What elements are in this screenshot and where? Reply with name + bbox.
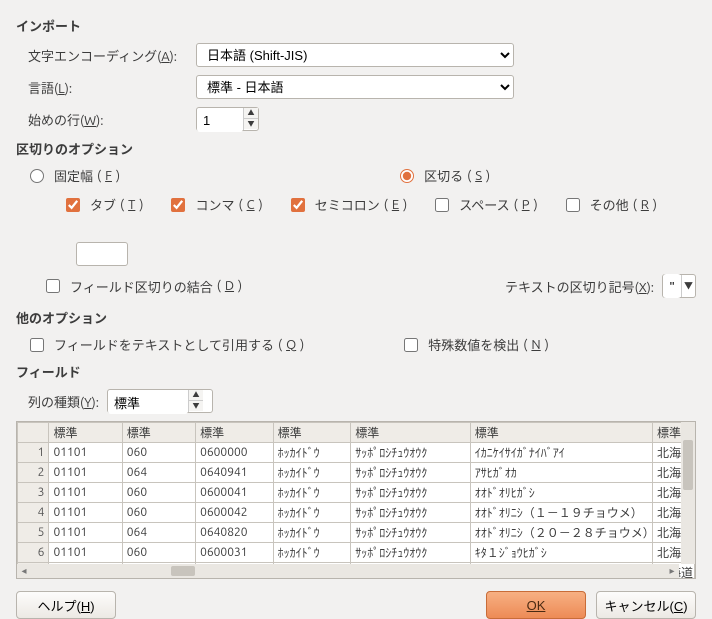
cell: ﾎｯｶｲﾄﾞｳ [273,463,351,483]
section-other: 他のオプション [16,308,696,327]
row-number: 2 [18,463,49,483]
row-number: 3 [18,483,49,503]
table-row[interactable]: 6011010600600031ﾎｯｶｲﾄﾞｳｻｯﾎﾟﾛｼﾁｭｳｵｳｸｷﾀ１ｼﾞ… [18,543,695,563]
chevron-down-icon[interactable]: ▼ [681,275,695,297]
cell: ｻｯﾎﾟﾛｼﾁｭｳｵｳｸ [351,483,470,503]
table-row[interactable]: 5011010640640820ﾎｯｶｲﾄﾞｳｻｯﾎﾟﾛｼﾁｭｳｵｳｸｵｵﾄﾞｵ… [18,523,695,543]
scroll-right-icon[interactable]: ▸ [665,565,679,577]
language-select[interactable]: 標準 - 日本語 [196,75,514,99]
cell: ﾎｯｶｲﾄﾞｳ [273,483,351,503]
row-number: 6 [18,543,49,563]
space-checkbox[interactable]: スペース(P) [435,195,537,214]
cell: 01101 [49,523,122,543]
scroll-left-icon[interactable]: ◂ [17,565,31,577]
column-header[interactable]: 標準 [470,423,652,443]
section-separator: 区切りのオプション [16,139,696,158]
help-button[interactable]: ヘルプ(H) [16,591,116,619]
cell: 060 [122,483,195,503]
start-row-spinner[interactable]: ▲ ▼ [196,107,259,131]
merge-checkbox[interactable]: フィールド区切りの結合(D) [46,277,242,296]
cell: 064 [122,523,195,543]
start-row-label: 始めの行(W): [28,110,188,129]
column-header[interactable]: 標準 [351,423,470,443]
section-import: インポート [16,16,696,35]
text-delimiter-combo[interactable]: ▼ [662,274,696,298]
cell: ｻｯﾎﾟﾛｼﾁｭｳｵｳｸ [351,543,470,563]
cancel-button[interactable]: キャンセル(C) [596,591,696,619]
horizontal-scrollbar[interactable]: ◂ ▸ [17,564,679,578]
cell: ﾎｯｶｲﾄﾞｳ [273,443,351,463]
text-delimiter-input[interactable] [663,274,681,298]
cell: ｻｯﾎﾟﾛｼﾁｭｳｵｳｸ [351,523,470,543]
table-row[interactable]: 3011010600600041ﾎｯｶｲﾄﾞｳｻｯﾎﾟﾛｼﾁｭｳｵｳｸｵｵﾄﾞｵ… [18,483,695,503]
cell: ｲｶﾆｹｲｻｲｶﾞﾅｲﾊﾞｱｲ [470,443,652,463]
encoding-label: 文字エンコーディング(A): [28,46,188,65]
start-row-input[interactable] [197,108,243,132]
cell: 01101 [49,543,122,563]
table-row[interactable]: 4011010600600042ﾎｯｶｲﾄﾞｳｻｯﾎﾟﾛｼﾁｭｳｵｳｸｵｵﾄﾞｵ… [18,503,695,523]
language-label: 言語(L): [28,78,188,97]
chevron-down-icon[interactable]: ▼ [244,119,258,129]
cell: ｻｯﾎﾟﾛｼﾁｭｳｵｳｸ [351,503,470,523]
separated-radio[interactable]: 区切る(S) [400,166,490,185]
text-delim-label: テキストの区切り記号(X): [505,277,654,296]
cell: 0640820 [196,523,274,543]
semicolon-checkbox[interactable]: セミコロン(E) [291,195,408,214]
ok-button[interactable]: OK [486,591,586,619]
cell: 01101 [49,503,122,523]
cell: 0600031 [196,543,274,563]
column-type-label: 列の種類(Y): [28,392,99,411]
cell: ﾎｯｶｲﾄﾞｳ [273,543,351,563]
preview-table[interactable]: 標準 標準 標準 標準 標準 標準 標準 1011010600600000ﾎｯｶ… [17,422,695,579]
chevron-up-icon[interactable]: ▲ [244,108,258,119]
encoding-select[interactable]: 日本語 (Shift-JIS) [196,43,514,67]
cell: 01101 [49,483,122,503]
cell: ｱｻﾋｶﾞｵｶ [470,463,652,483]
column-header[interactable]: 標準 [49,423,122,443]
table-row[interactable]: 2011010640640941ﾎｯｶｲﾄﾞｳｻｯﾎﾟﾛｼﾁｭｳｵｳｸｱｻﾋｶﾞ… [18,463,695,483]
cell: 0600000 [196,443,274,463]
column-header[interactable]: 標準 [273,423,351,443]
cell: ｵｵﾄﾞｵﾘﾆｼ（１－１９チョウメ） [470,503,652,523]
cell: ｷﾀ１ｼﾞｮｳﾋｶﾞｼ [470,543,652,563]
column-header[interactable]: 標準 [196,423,274,443]
column-type-input[interactable] [108,390,188,414]
row-number: 4 [18,503,49,523]
cell: 064 [122,463,195,483]
other-checkbox[interactable]: その他(R) [566,195,657,214]
column-header[interactable]: 標準 [122,423,195,443]
chevron-up-icon[interactable]: ▲ [189,390,203,401]
cell: 060 [122,443,195,463]
tab-checkbox[interactable]: タブ(T) [66,195,143,214]
section-fields: フィールド [16,362,696,381]
cell: 0600042 [196,503,274,523]
quoted-as-text-checkbox[interactable]: フィールドをテキストとして引用する(Q) [30,335,304,354]
fixed-width-radio[interactable]: 固定幅(F) [30,166,120,185]
table-row[interactable]: 1011010600600000ﾎｯｶｲﾄﾞｳｻｯﾎﾟﾛｼﾁｭｳｵｳｸｲｶﾆｹｲ… [18,443,695,463]
preview-table-wrap: 標準 標準 標準 標準 標準 標準 標準 1011010600600000ﾎｯｶ… [16,421,696,579]
cell: 0600041 [196,483,274,503]
cell: ﾎｯｶｲﾄﾞｳ [273,523,351,543]
row-number: 1 [18,443,49,463]
other-separator-input[interactable] [76,242,128,266]
cell: ｵｵﾄﾞｵﾘﾋｶﾞｼ [470,483,652,503]
cell: ｵｵﾄﾞｵﾘﾆｼ（２０－２８チョウメ） [470,523,652,543]
cell: 060 [122,503,195,523]
cell: 0640941 [196,463,274,483]
cell: ﾎｯｶｲﾄﾞｳ [273,503,351,523]
column-type-combo[interactable]: ▲ ▼ [107,389,213,413]
cell: 060 [122,543,195,563]
cell: ｻｯﾎﾟﾛｼﾁｭｳｵｳｸ [351,463,470,483]
chevron-down-icon[interactable]: ▼ [189,401,203,411]
cell: 01101 [49,443,122,463]
cell: ｻｯﾎﾟﾛｼﾁｭｳｵｳｸ [351,443,470,463]
preview-header-row: 標準 標準 標準 標準 標準 標準 標準 [18,423,695,443]
comma-checkbox[interactable]: コンマ(C) [171,195,262,214]
vertical-scrollbar[interactable] [681,422,695,564]
cell: 01101 [49,463,122,483]
row-number: 5 [18,523,49,543]
detect-special-checkbox[interactable]: 特殊数値を検出(N) [404,335,549,354]
